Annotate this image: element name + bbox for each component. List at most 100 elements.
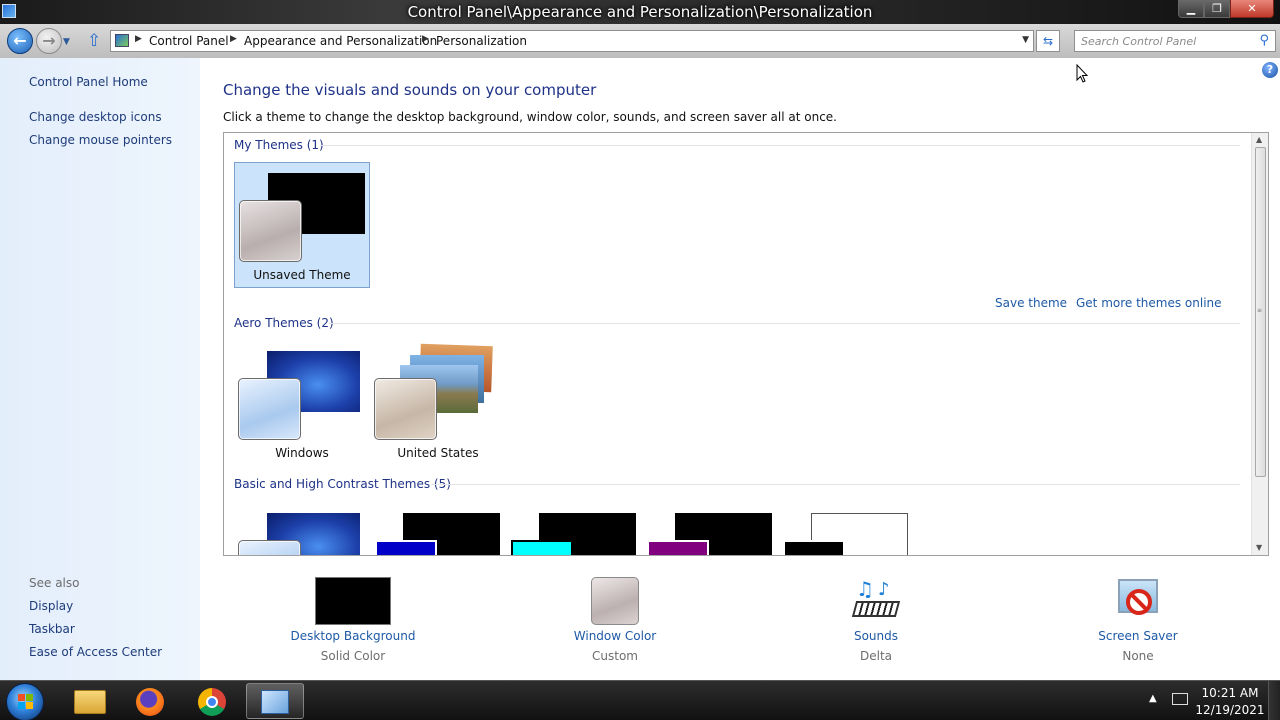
theme-label: Windows (275, 446, 329, 460)
left-navigation-pane: Control Panel Home Change desktop icons … (0, 58, 200, 680)
theme-windows[interactable]: Windows (234, 341, 370, 467)
forward-button[interactable]: → (36, 28, 62, 54)
refresh-button[interactable]: ⇆ (1036, 30, 1060, 52)
page-title: Change the visuals and sounds on your co… (223, 81, 597, 99)
chrome-icon (198, 688, 226, 716)
clock-date: 12/19/2021 (1195, 703, 1265, 717)
scroll-down-icon[interactable]: ▼ (1256, 543, 1262, 552)
screen-saver-icon (1114, 577, 1162, 625)
group-divider (431, 484, 1240, 485)
theme-high-contrast-1[interactable] (370, 503, 506, 555)
chevron-down-icon[interactable]: ▼ (1022, 35, 1029, 45)
taskbar-file-explorer[interactable] (62, 683, 120, 719)
sounds-setting[interactable]: ♫ ♪ Sounds Delta (796, 577, 956, 663)
theme-preview-glass (374, 378, 437, 440)
taskbar-firefox[interactable] (122, 683, 180, 719)
help-icon[interactable]: ? (1262, 62, 1278, 78)
theme-label: Unsaved Theme (253, 268, 351, 282)
group-divider (329, 323, 1240, 324)
taskbar-link[interactable]: Taskbar (29, 622, 75, 636)
change-desktop-icons-link[interactable]: Change desktop icons (29, 110, 162, 124)
theme-high-contrast-black[interactable] (642, 503, 778, 555)
title-bar: Control Panel\Appearance and Personaliza… (0, 0, 1280, 24)
address-path[interactable]: ▶ Control Panel ▶ Appearance and Persona… (110, 30, 1034, 52)
window-controls: ▁ ❐ ✕ (1178, 0, 1274, 18)
search-box[interactable]: ⚲ (1074, 30, 1276, 52)
main-content: ? Change the visuals and sounds on your … (200, 58, 1280, 680)
chevron-right-icon[interactable]: ▶ (422, 34, 429, 44)
close-button[interactable]: ✕ (1230, 0, 1274, 18)
system-clock[interactable]: 10:21 AM 12/19/2021 (1194, 685, 1266, 719)
screen-saver-value: None (1122, 649, 1154, 663)
theme-unsaved[interactable]: Unsaved Theme (234, 162, 370, 288)
search-icon[interactable]: ⚲ (1259, 33, 1269, 48)
control-panel-home-link[interactable]: Control Panel Home (29, 75, 148, 89)
theme-preview-glass (239, 200, 302, 262)
window-color-label[interactable]: Window Color (535, 629, 695, 643)
window-title: Control Panel\Appearance and Personaliza… (407, 3, 873, 21)
back-button[interactable]: ← (7, 28, 33, 54)
sounds-icon: ♫ ♪ (850, 577, 902, 625)
desktop-background-label[interactable]: Desktop Background (273, 629, 433, 643)
change-mouse-pointers-link[interactable]: Change mouse pointers (29, 133, 172, 147)
sounds-value: Delta (859, 649, 892, 663)
chevron-right-icon[interactable]: ▶ (135, 34, 142, 44)
windows-logo-icon (18, 694, 34, 710)
address-toolbar: ← → ▼ ⇧ ▶ Control Panel ▶ Appearance and… (0, 24, 1280, 58)
group-my-themes: My Themes (1) (234, 138, 324, 152)
taskbar-control-panel[interactable] (246, 683, 304, 719)
maximize-button[interactable]: ❐ (1204, 0, 1230, 18)
theme-preview-glass (511, 540, 573, 555)
sounds-label[interactable]: Sounds (796, 629, 956, 643)
theme-preview-glass (375, 540, 437, 555)
page-subtitle: Click a theme to change the desktop back… (223, 110, 837, 124)
start-button[interactable] (6, 683, 44, 720)
screen-saver-setting[interactable]: Screen Saver None (1058, 577, 1218, 663)
taskbar-chrome[interactable] (184, 683, 242, 719)
mouse-cursor-icon (1076, 64, 1089, 83)
theme-windows-basic[interactable] (234, 503, 370, 555)
show-desktop-button[interactable] (1268, 681, 1280, 720)
theme-preview-glass (647, 540, 709, 555)
theme-preview-glass (238, 378, 301, 440)
chevron-right-icon[interactable]: ▶ (230, 34, 237, 44)
taskbar: ▲ 10:21 AM 12/19/2021 (0, 680, 1280, 720)
screen-saver-label[interactable]: Screen Saver (1058, 629, 1218, 643)
breadcrumb-appearance[interactable]: Appearance and Personalization (244, 34, 437, 48)
desktop-background-value: Solid Color (320, 649, 386, 663)
desktop-background-icon (315, 577, 391, 625)
recent-pages-icon[interactable]: ▼ (63, 37, 70, 47)
window-color-icon (591, 577, 639, 625)
folder-icon (74, 690, 106, 714)
window-color-setting[interactable]: Window Color Custom (535, 577, 695, 663)
action-center-icon[interactable] (1172, 693, 1188, 705)
theme-high-contrast-2[interactable] (506, 503, 642, 555)
theme-preview-glass (238, 540, 301, 555)
window-color-value: Custom (592, 649, 638, 663)
group-divider (320, 145, 1240, 146)
theme-united-states[interactable]: United States (370, 341, 506, 467)
ease-of-access-link[interactable]: Ease of Access Center (29, 645, 162, 659)
control-panel-icon (261, 690, 289, 714)
theme-list[interactable]: My Themes (1) Unsaved Theme Save theme G… (223, 132, 1269, 556)
group-basic-themes: Basic and High Contrast Themes (5) (234, 477, 451, 491)
theme-preview-glass (783, 540, 845, 555)
display-link[interactable]: Display (29, 599, 73, 613)
scrollbar-grip-icon: ≡ (1257, 307, 1263, 314)
search-input[interactable] (1081, 32, 1251, 50)
theme-list-scrollbar[interactable]: ▲ ≡ ▼ (1251, 133, 1268, 555)
show-hidden-icons-icon[interactable]: ▲ (1149, 693, 1157, 704)
scroll-up-icon[interactable]: ▲ (1256, 135, 1262, 144)
minimize-button[interactable]: ▁ (1178, 0, 1204, 18)
theme-high-contrast-white[interactable] (778, 503, 914, 555)
get-more-themes-link[interactable]: Get more themes online (1076, 296, 1222, 310)
group-aero-themes: Aero Themes (2) (234, 316, 334, 330)
breadcrumb-personalization[interactable]: Personalization (436, 34, 527, 48)
desktop-background-setting[interactable]: Desktop Background Solid Color (273, 577, 433, 663)
up-arrow-icon[interactable]: ⇧ (87, 31, 101, 51)
save-theme-link[interactable]: Save theme (995, 296, 1067, 310)
theme-label: United States (397, 446, 479, 460)
see-also-label: See also (29, 576, 80, 590)
control-panel-icon (115, 34, 129, 47)
breadcrumb-control-panel[interactable]: Control Panel (149, 34, 229, 48)
